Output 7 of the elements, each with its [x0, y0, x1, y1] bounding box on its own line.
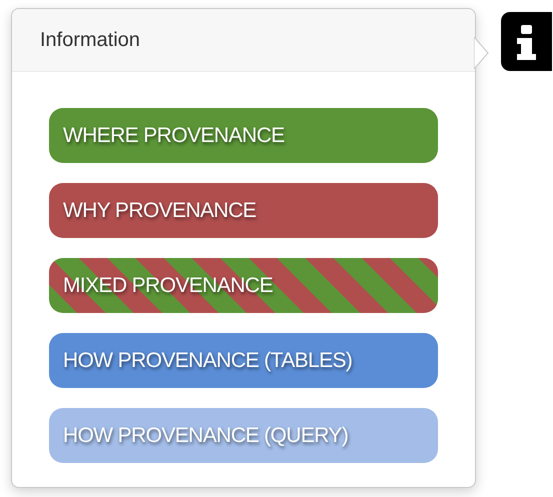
popover-title: Information [40, 28, 140, 52]
legend-label: HOW PROVENANCE (QUERY) [49, 408, 438, 463]
legend-label: MIXED PROVENANCE [49, 258, 438, 313]
legend-label: WHERE PROVENANCE [49, 108, 438, 163]
info-icon[interactable] [501, 12, 552, 71]
legend-label: WHY PROVENANCE [49, 183, 438, 238]
legend-label: HOW PROVENANCE (TABLES) [49, 333, 438, 388]
